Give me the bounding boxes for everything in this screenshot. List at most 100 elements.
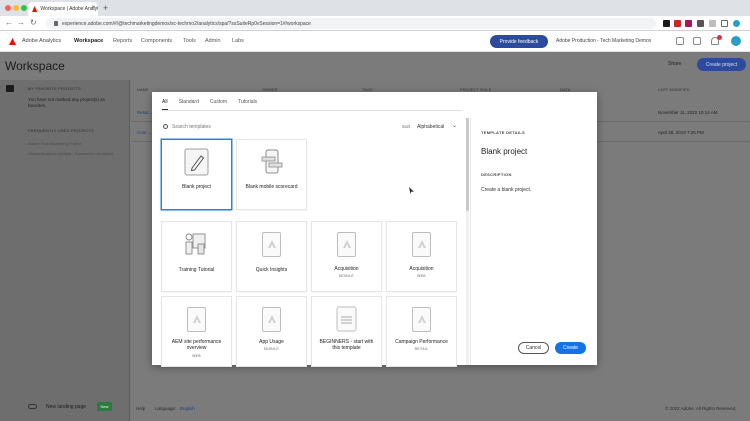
template-picker-dialog: All Standard Custom Tutorials Sort Alpha… <box>152 92 597 366</box>
search-icon <box>163 124 168 129</box>
adobe-doc-icon <box>262 307 281 332</box>
template-card-beginners[interactable]: BEGINNERS - start with this template <box>312 297 381 366</box>
nav-components[interactable]: Components <box>141 38 172 44</box>
frequent-project-link[interactable]: Global Analytics Sample - Commerce (Anal… <box>28 151 116 156</box>
provide-feedback-button[interactable]: Provide feedback <box>490 35 548 48</box>
scrollbar-thumb[interactable] <box>466 118 469 211</box>
template-category: MOBILE <box>338 274 355 278</box>
template-category: WEB <box>417 274 426 278</box>
template-card-campaign-performance[interactable]: Campaign Performance RETAIL <box>387 297 456 366</box>
template-label: Acquisition <box>409 266 434 272</box>
sort-label: Sort <box>402 124 411 129</box>
favorites-heading: MY FAVORITE PROJECTS <box>28 86 81 91</box>
sort-dropdown[interactable]: Alphabetical <box>417 124 444 130</box>
apps-grid-icon[interactable] <box>693 37 701 45</box>
adobe-favicon-icon <box>32 6 38 12</box>
extension-icon[interactable] <box>674 20 681 27</box>
template-label: Acquisition <box>334 266 359 272</box>
last-modified-value: April 28, 2019 7:25 PM <box>658 130 704 135</box>
adobe-doc-icon <box>412 307 431 332</box>
template-label: Blank mobile scorecard <box>245 184 298 190</box>
profile-icon[interactable] <box>733 20 740 27</box>
tab-custom[interactable]: Custom <box>210 99 227 110</box>
app-header: Adobe Analytics Workspace Reports Compon… <box>0 31 750 52</box>
template-card-quick-insights[interactable]: Quick Insights <box>237 222 306 291</box>
landing-page-label: New landing page <box>46 404 87 410</box>
tab-tutorials[interactable]: Tutorials <box>238 99 257 110</box>
template-card-acquisition-web[interactable]: Acquisition WEB <box>387 222 456 291</box>
nav-workspace[interactable]: Workspace <box>74 38 103 44</box>
new-badge: New <box>97 402 112 411</box>
org-switcher[interactable]: Adobe Production - Tech Marketing Demos <box>556 38 651 44</box>
template-label: AEM site performance overview <box>171 339 222 351</box>
help-link[interactable]: Help <box>136 406 145 411</box>
favorites-empty-text: favorites. <box>28 103 47 108</box>
chevron-down-icon[interactable]: ⌄ <box>452 122 457 129</box>
back-icon[interactable]: ← <box>5 18 13 27</box>
template-card-blank-mobile-scorecard[interactable]: Blank mobile scorecard <box>237 140 306 209</box>
tab-close-icon[interactable]: × <box>91 5 95 11</box>
template-card-acquisition-mobile[interactable]: Acquisition MOBILE <box>312 222 381 291</box>
browser-tab-title: Workspace | Adobe Analytics <box>40 6 98 12</box>
window-minimize-dot[interactable] <box>13 5 19 11</box>
reload-icon[interactable]: ↻ <box>30 18 37 27</box>
sidepanel-icon[interactable] <box>721 20 728 27</box>
nav-labs[interactable]: Labs <box>232 38 244 44</box>
template-card-blank-project[interactable]: Blank project <box>162 140 231 209</box>
template-category: MOBILE <box>263 347 280 351</box>
template-label: App Usage <box>259 339 284 345</box>
browser-tab-bar: Workspace | Adobe Analytics × + <box>0 0 750 16</box>
adobe-doc-icon <box>187 307 206 332</box>
extension-icon[interactable] <box>663 20 670 27</box>
help-icon[interactable] <box>676 37 684 45</box>
app-name: Adobe Analytics <box>22 38 62 44</box>
lock-icon <box>54 21 58 26</box>
language-selector[interactable]: English <box>180 406 195 411</box>
adobe-doc-icon <box>412 232 431 257</box>
adobe-logo-icon[interactable] <box>9 38 16 45</box>
mobile-icon <box>261 149 283 174</box>
template-label: Blank project <box>182 184 211 190</box>
adobe-doc-icon <box>337 232 356 257</box>
template-card-training-tutorial[interactable]: Training Tutorial <box>162 222 231 291</box>
nav-admin[interactable]: Admin <box>205 38 221 44</box>
window-close-dot[interactable] <box>5 5 11 11</box>
project-name-link[interactable]: Cont ... <box>137 130 152 135</box>
create-project-button[interactable]: Create project <box>697 58 746 71</box>
browser-tab[interactable]: Workspace | Adobe Analytics × <box>28 2 98 16</box>
column-header-name[interactable]: NAME <box>137 88 149 92</box>
search-templates-input[interactable] <box>172 122 292 131</box>
url-text: experience.adobe.com/#/@techmarketingdem… <box>62 20 311 27</box>
adobe-doc-icon <box>262 232 281 257</box>
template-tabs: All Standard Custom Tutorials <box>162 99 268 110</box>
tab-standard[interactable]: Standard <box>179 99 199 110</box>
share-button[interactable]: Share <box>668 61 681 67</box>
template-label: BEGINNERS - start with this template <box>319 339 374 351</box>
url-field[interactable]: experience.adobe.com/#/@techmarketingdem… <box>46 18 656 29</box>
extension-icon[interactable] <box>697 20 704 27</box>
folder-icon[interactable] <box>6 85 14 92</box>
extension-icon[interactable] <box>709 20 716 27</box>
extension-icon[interactable] <box>685 20 692 27</box>
template-details-title: Blank project <box>481 147 528 156</box>
forward-icon[interactable]: → <box>17 18 25 27</box>
template-category: WEB <box>192 354 201 358</box>
text-doc-icon <box>336 306 357 332</box>
nav-reports[interactable]: Reports <box>113 38 132 44</box>
template-card-aem-site-performance[interactable]: AEM site performance overview WEB <box>162 297 231 366</box>
template-label: Training Tutorial <box>178 267 215 273</box>
template-description: Create a blank project. <box>481 187 532 193</box>
new-tab-icon[interactable]: + <box>103 3 108 13</box>
nav-tools[interactable]: Tools <box>183 38 196 44</box>
create-button[interactable]: Create <box>555 342 586 354</box>
cancel-button[interactable]: Cancel <box>518 342 549 354</box>
frequent-project-link[interactable]: Adobe Tech Marketing Project <box>28 141 81 146</box>
landing-page-toggle[interactable] <box>28 404 37 409</box>
tab-all[interactable]: All <box>162 99 168 110</box>
template-card-app-usage[interactable]: App Usage MOBILE <box>237 297 306 366</box>
column-header-last-modified[interactable]: LAST MODIFIED <box>658 88 690 92</box>
avatar[interactable] <box>731 36 741 46</box>
training-icon <box>185 233 206 255</box>
template-label: Campaign Performance <box>395 339 448 345</box>
window-zoom-dot[interactable] <box>21 5 27 11</box>
